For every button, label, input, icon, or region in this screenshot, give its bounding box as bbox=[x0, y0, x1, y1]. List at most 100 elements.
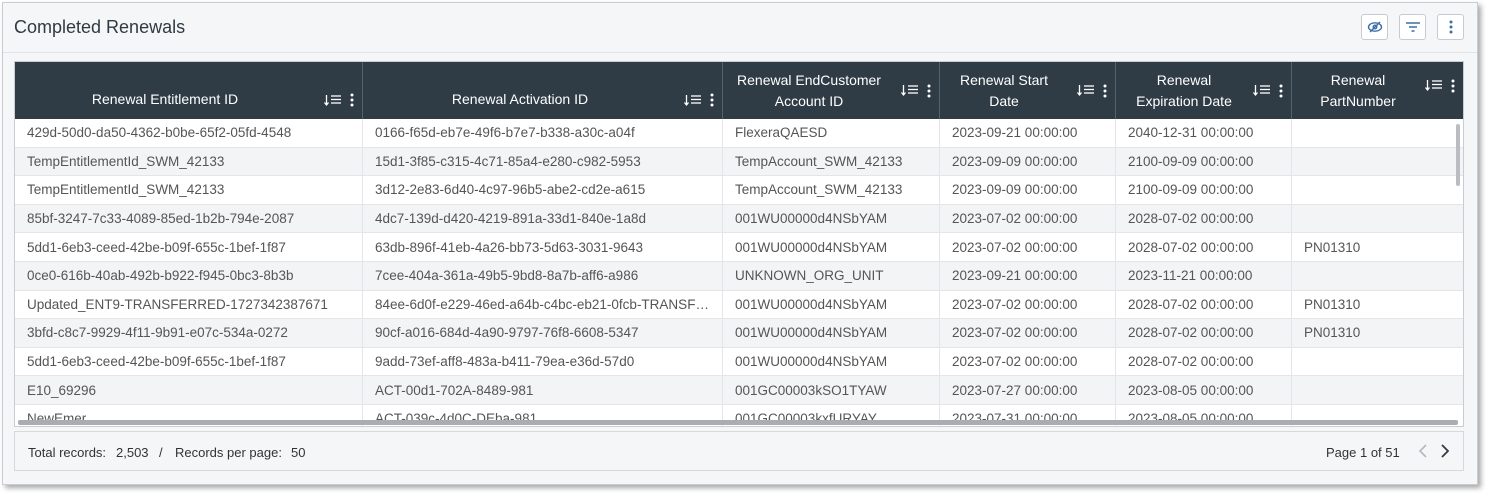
partnumber-cell bbox=[1292, 119, 1463, 147]
horizontal-scrollbar[interactable] bbox=[18, 420, 1458, 425]
cell-text: 15d1-3f85-c315-4c71-85a4-e280-c982-5953 bbox=[375, 153, 641, 169]
cell-text: 001GC00003kSO1TYAW bbox=[735, 382, 887, 398]
cell-text: 2023-07-02 00:00:00 bbox=[952, 296, 1078, 312]
column-menu-icon[interactable] bbox=[1103, 84, 1107, 98]
cell-text: FlexeraQAESD bbox=[735, 125, 828, 141]
sort-icon[interactable] bbox=[1253, 84, 1271, 97]
start-date-cell: 2023-07-02 00:00:00 bbox=[940, 204, 1116, 233]
partnumber-cell bbox=[1292, 148, 1463, 176]
table-footer: Total records: 2,503 / Records per page:… bbox=[14, 431, 1464, 471]
cell-text: ACT-00d1-702A-8489-981 bbox=[375, 382, 534, 398]
table-body: 429d-50d0-da50-4362-b0be-65f2-05fd-4548 0… bbox=[15, 119, 1463, 426]
table-row[interactable]: TempEntitlementId_SWM_42133 3d12-2e83-6d4… bbox=[15, 176, 1463, 205]
cell-text: 2023-11-21 00:00:00 bbox=[1128, 268, 1253, 284]
expiration-date-cell: 2100-09-09 00:00:00 bbox=[1116, 147, 1292, 176]
sort-icon[interactable] bbox=[684, 94, 702, 107]
entitlement-id-cell: TempEntitlementId_SWM_42133 bbox=[15, 147, 363, 176]
expiration-date-cell: 2028-07-02 00:00:00 bbox=[1116, 319, 1292, 347]
start-date-cell: 2023-07-02 00:00:00 bbox=[940, 319, 1116, 347]
activation-id-cell: 3d12-2e83-6d40-4c97-96b5-abe2-cd2e-a615 bbox=[363, 176, 723, 204]
start-date-cell: 2023-07-27 00:00:00 bbox=[940, 376, 1116, 404]
column-menu-icon[interactable] bbox=[1451, 79, 1455, 93]
entitlement-id-cell: 0ce0-616b-40ab-492b-b922-f945-0bc3-8b3b bbox=[15, 261, 363, 290]
cell-text: 001WU00000d4NSbYAM bbox=[735, 354, 888, 370]
entitlement-id-cell: E10_69296 bbox=[15, 376, 363, 404]
previous-page-button[interactable] bbox=[1415, 442, 1431, 460]
account-id-cell: TempAccount_SWM_42133 bbox=[723, 147, 940, 176]
filter-button[interactable] bbox=[1399, 14, 1426, 40]
cell-text: 2023-07-02 00:00:00 bbox=[952, 239, 1078, 255]
table-row[interactable]: Updated_ENT9-TRANSFERRED-1727342387671 84… bbox=[15, 290, 1463, 320]
account-id-cell: 001WU00000d4NSbYAM bbox=[723, 347, 940, 376]
column-menu-icon[interactable] bbox=[927, 84, 931, 98]
cell-text: 2023-09-21 00:00:00 bbox=[952, 125, 1078, 141]
cell-text: 001WU00000d4NSbYAM bbox=[735, 325, 888, 341]
table-row[interactable]: 85bf-3247-7c33-4089-85ed-1b2b-794e-2087 4… bbox=[15, 204, 1463, 234]
column-header-start-date[interactable]: Renewal Start Date bbox=[940, 62, 1116, 119]
sort-icon[interactable] bbox=[901, 84, 919, 97]
activation-id-cell: 90cf-a016-684d-4a90-9797-76f8-6608-5347 bbox=[363, 319, 723, 347]
expiration-date-cell: 2028-07-02 00:00:00 bbox=[1116, 204, 1292, 233]
table-header: Renewal Entitlement ID Renewal Activatio… bbox=[15, 62, 1463, 119]
expiration-date-cell: 2023-11-21 00:00:00 bbox=[1116, 261, 1292, 290]
column-header-entitlement-id[interactable]: Renewal Entitlement ID bbox=[15, 62, 363, 119]
cell-text: 84ee-6d0f-e229-46ed-a64b-c4bc-eb21-0fcb-… bbox=[375, 296, 722, 312]
entitlement-id-cell: 3bfd-c8c7-9929-4f11-9b91-e07c-534a-0272 bbox=[15, 319, 363, 347]
records-per-page-label: Records per page: bbox=[175, 445, 282, 460]
sort-icon[interactable] bbox=[1425, 79, 1443, 92]
expiration-date-cell: 2023-08-05 00:00:00 bbox=[1116, 376, 1292, 404]
cell-text: 2028-07-02 00:00:00 bbox=[1128, 325, 1254, 341]
cell-text: 001WU00000d4NSbYAM bbox=[735, 211, 888, 227]
partnumber-cell bbox=[1292, 262, 1463, 290]
entitlement-id-cell: 429d-50d0-da50-4362-b0be-65f2-05fd-4548 bbox=[15, 119, 363, 147]
next-page-button[interactable] bbox=[1437, 442, 1453, 460]
renewals-grid: Renewal Entitlement ID Renewal Activatio… bbox=[14, 61, 1464, 427]
cell-text: 429d-50d0-da50-4362-b0be-65f2-05fd-4548 bbox=[27, 125, 292, 141]
records-per-page-value[interactable]: 50 bbox=[291, 445, 305, 460]
column-menu-icon[interactable] bbox=[1279, 84, 1283, 98]
column-menu-icon[interactable] bbox=[710, 93, 714, 107]
cell-text: 5dd1-6eb3-ceed-42be-b09f-655c-1bef-1f87 bbox=[27, 354, 286, 370]
sort-icon[interactable] bbox=[1077, 84, 1095, 97]
chevron-right-icon bbox=[1441, 444, 1449, 458]
table-row[interactable]: TempEntitlementId_SWM_42133 15d1-3f85-c31… bbox=[15, 147, 1463, 177]
cell-text: PN01310 bbox=[1304, 296, 1361, 312]
column-header-expiration-date[interactable]: Renewal Expiration Date bbox=[1116, 62, 1292, 119]
activation-id-cell: ACT-00d1-702A-8489-981 bbox=[363, 376, 723, 404]
cell-text: 2028-07-02 00:00:00 bbox=[1128, 296, 1254, 312]
table-row[interactable]: 429d-50d0-da50-4362-b0be-65f2-05fd-4548 0… bbox=[15, 119, 1463, 148]
kebab-menu-icon bbox=[1449, 20, 1452, 34]
vertical-scrollbar[interactable] bbox=[1456, 124, 1460, 186]
cell-text: 2040-12-31 00:00:00 bbox=[1128, 125, 1254, 141]
activation-id-cell: 63db-896f-41eb-4a26-bb73-5d63-3031-9643 bbox=[363, 233, 723, 261]
partnumber-cell: PN01310 bbox=[1292, 319, 1463, 347]
expiration-date-cell: 2040-12-31 00:00:00 bbox=[1116, 119, 1292, 147]
more-options-button[interactable] bbox=[1437, 14, 1464, 40]
cell-text: PN01310 bbox=[1304, 239, 1361, 255]
account-id-cell: TempAccount_SWM_42133 bbox=[723, 176, 940, 204]
table-row[interactable]: 5dd1-6eb3-ceed-42be-b09f-655c-1bef-1f87 9… bbox=[15, 347, 1463, 377]
column-header-label: Renewal Entitlement ID bbox=[91, 91, 239, 107]
cell-text: E10_69296 bbox=[27, 382, 97, 398]
sort-icon[interactable] bbox=[324, 94, 342, 107]
page-info: Page 1 of 51 bbox=[1326, 445, 1400, 460]
column-menu-icon[interactable] bbox=[350, 93, 354, 107]
cell-text: 4dc7-139d-d420-4219-891a-33d1-840e-1a8d bbox=[375, 211, 646, 227]
table-row[interactable]: 3bfd-c8c7-9929-4f11-9b91-e07c-534a-0272 9… bbox=[15, 319, 1463, 348]
column-header-label: Renewal EndCustomer Account ID bbox=[737, 71, 881, 109]
table-row[interactable]: 5dd1-6eb3-ceed-42be-b09f-655c-1bef-1f87 6… bbox=[15, 233, 1463, 262]
total-records-value: 2,503 bbox=[116, 445, 149, 460]
table-row[interactable]: 0ce0-616b-40ab-492b-b922-f945-0bc3-8b3b 7… bbox=[15, 261, 1463, 291]
column-header-partnumber[interactable]: Renewal PartNumber bbox=[1292, 62, 1463, 119]
cell-text: Updated_ENT9-TRANSFERRED-1727342387671 bbox=[27, 296, 328, 312]
hide-columns-button[interactable] bbox=[1361, 14, 1388, 40]
cell-text: TempEntitlementId_SWM_42133 bbox=[27, 153, 225, 169]
column-header-endcustomer-account-id[interactable]: Renewal EndCustomer Account ID bbox=[723, 62, 940, 119]
chevron-left-icon bbox=[1419, 444, 1427, 458]
table-row[interactable]: E10_69296 ACT-00d1-702A-8489-981 001GC0000… bbox=[15, 376, 1463, 405]
expiration-date-cell: 2028-07-02 00:00:00 bbox=[1116, 233, 1292, 261]
panel-header: Completed Renewals bbox=[3, 3, 1477, 53]
cell-text: 2028-07-02 00:00:00 bbox=[1128, 239, 1254, 255]
column-header-activation-id[interactable]: Renewal Activation ID bbox=[363, 62, 723, 119]
activation-id-cell: 4dc7-139d-d420-4219-891a-33d1-840e-1a8d bbox=[363, 204, 723, 233]
